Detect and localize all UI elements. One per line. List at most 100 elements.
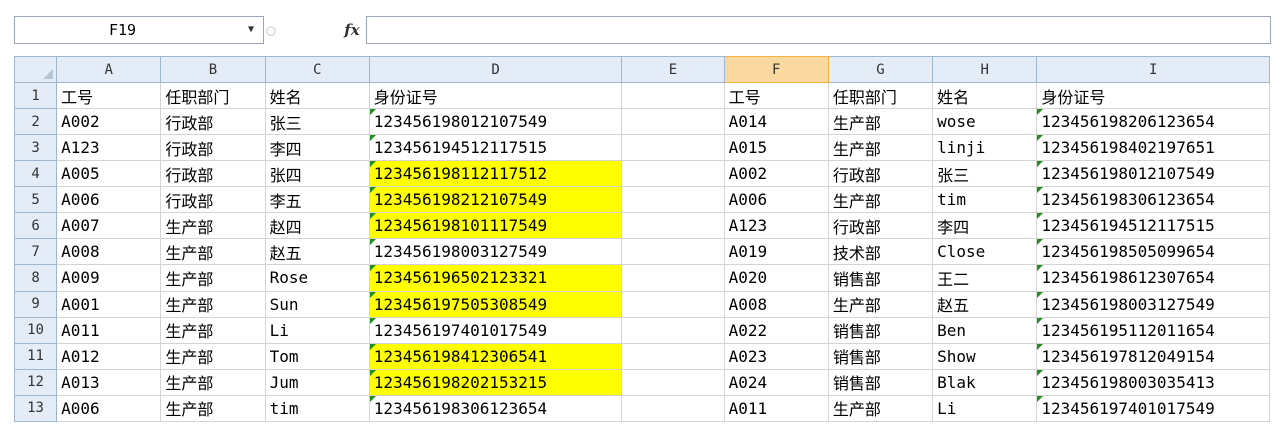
cell-b13[interactable]: 生产部 [160, 394, 266, 423]
cell-a9[interactable]: A001 [56, 290, 162, 318]
cell-b8[interactable]: 生产部 [160, 264, 266, 292]
cell-c11[interactable]: Tom [264, 342, 370, 370]
cell-f3[interactable]: A015 [723, 134, 829, 162]
cell-d8[interactable]: 123456196502123321 [368, 264, 623, 292]
cell-a5[interactable]: A006 [56, 186, 162, 214]
cell-c9[interactable]: Sun [264, 290, 370, 318]
column-header-a[interactable]: A [56, 56, 162, 83]
cell-a12[interactable]: A013 [56, 368, 162, 396]
cell-i2[interactable]: 123456198206123654 [1036, 108, 1270, 136]
cell-c4[interactable]: 张四 [264, 160, 370, 188]
column-header-h[interactable]: H [932, 56, 1038, 83]
cell-f8[interactable]: A020 [723, 264, 829, 292]
cell-i11[interactable]: 123456197812049154 [1036, 342, 1270, 370]
cell-g6[interactable]: 行政部 [827, 212, 934, 240]
cell-i12[interactable]: 123456198003035413 [1036, 368, 1270, 396]
name-box[interactable]: F19 ▼ [14, 16, 264, 44]
row-header[interactable]: 8 [13, 264, 58, 292]
cell-b9[interactable]: 生产部 [160, 290, 266, 318]
cell-h6[interactable]: 李四 [932, 212, 1038, 240]
cell-h9[interactable]: 赵五 [932, 290, 1038, 318]
cell-b12[interactable]: 生产部 [160, 368, 266, 396]
cell-f10[interactable]: A022 [723, 316, 829, 344]
cell-f2[interactable]: A014 [723, 108, 829, 136]
cell-g12[interactable]: 销售部 [827, 368, 934, 396]
cell-d2[interactable]: 123456198012107549 [368, 108, 623, 136]
column-header-f[interactable]: F [723, 56, 829, 83]
cell-b7[interactable]: 生产部 [160, 238, 266, 266]
fx-label[interactable]: fx [344, 21, 359, 39]
formula-input[interactable] [367, 16, 1271, 44]
name-box-value[interactable]: F19 [109, 21, 136, 39]
row-header[interactable]: 9 [13, 290, 58, 318]
row-header[interactable]: 4 [13, 160, 58, 188]
cell-h4[interactable]: 张三 [932, 160, 1038, 188]
row-header[interactable]: 3 [13, 134, 58, 162]
row-header[interactable]: 12 [13, 368, 58, 396]
column-header-g[interactable]: G [827, 56, 934, 83]
cell-e4[interactable] [621, 160, 725, 188]
cell-e12[interactable] [621, 368, 725, 396]
cell-i5[interactable]: 123456198306123654 [1036, 186, 1270, 214]
cell-a11[interactable]: A012 [56, 342, 162, 370]
cell-h8[interactable]: 王二 [932, 264, 1038, 292]
cell-g13[interactable]: 生产部 [827, 394, 934, 423]
column-header-e[interactable]: E [621, 56, 725, 83]
cell-e13[interactable] [621, 394, 725, 423]
cell-e3[interactable] [621, 134, 725, 162]
column-header-i[interactable]: I [1036, 56, 1270, 83]
column-header-d[interactable]: D [368, 56, 623, 83]
cell-f7[interactable]: A019 [723, 238, 829, 266]
cell-c12[interactable]: Jum [264, 368, 370, 396]
cell-g11[interactable]: 销售部 [827, 342, 934, 370]
cell-g9[interactable]: 生产部 [827, 290, 934, 318]
cell-d6[interactable]: 123456198101117549 [368, 212, 623, 240]
cell-a1[interactable]: 工号 [56, 81, 162, 110]
cell-f4[interactable]: A002 [723, 160, 829, 188]
cell-i7[interactable]: 123456198505099654 [1036, 238, 1270, 266]
cell-d13[interactable]: 123456198306123654 [368, 394, 623, 423]
cell-b4[interactable]: 行政部 [160, 160, 266, 188]
cell-d10[interactable]: 123456197401017549 [368, 316, 623, 344]
cell-e7[interactable] [621, 238, 725, 266]
cell-b11[interactable]: 生产部 [160, 342, 266, 370]
cell-d5[interactable]: 123456198212107549 [368, 186, 623, 214]
cell-e5[interactable] [621, 186, 725, 214]
cell-c6[interactable]: 赵四 [264, 212, 370, 240]
cell-a6[interactable]: A007 [56, 212, 162, 240]
cell-i3[interactable]: 123456198402197651 [1036, 134, 1270, 162]
cell-c7[interactable]: 赵五 [264, 238, 370, 266]
cell-h7[interactable]: Close [932, 238, 1038, 266]
cell-h13[interactable]: Li [932, 394, 1038, 423]
cell-i13[interactable]: 123456197401017549 [1036, 394, 1270, 423]
cell-d9[interactable]: 123456197505308549 [368, 290, 623, 318]
cell-e11[interactable] [621, 342, 725, 370]
cell-i4[interactable]: 123456198012107549 [1036, 160, 1270, 188]
cell-i1[interactable]: 身份证号 [1036, 81, 1270, 110]
cell-d11[interactable]: 123456198412306541 [368, 342, 623, 370]
cell-i9[interactable]: 123456198003127549 [1036, 290, 1270, 318]
select-all-icon[interactable] [43, 69, 54, 79]
insert-function-icon[interactable]: fx [340, 18, 364, 42]
cell-h12[interactable]: Blak [932, 368, 1038, 396]
cell-i10[interactable]: 123456195112011654 [1036, 316, 1270, 344]
cell-a7[interactable]: A008 [56, 238, 162, 266]
row-header[interactable]: 13 [13, 394, 58, 423]
cell-d12[interactable]: 123456198202153215 [368, 368, 623, 396]
row-header[interactable]: 1 [13, 81, 58, 110]
cell-g3[interactable]: 生产部 [827, 134, 934, 162]
cell-d1[interactable]: 身份证号 [368, 81, 623, 110]
cell-e1[interactable] [621, 81, 725, 110]
cell-e8[interactable] [621, 264, 725, 292]
cell-g8[interactable]: 销售部 [827, 264, 934, 292]
cell-f6[interactable]: A123 [723, 212, 829, 240]
cell-b10[interactable]: 生产部 [160, 316, 266, 344]
cell-b1[interactable]: 任职部门 [160, 81, 266, 110]
column-header-b[interactable]: B [160, 56, 266, 83]
cell-g7[interactable]: 技术部 [827, 238, 934, 266]
cell-i6[interactable]: 123456194512117515 [1036, 212, 1270, 240]
cell-c13[interactable]: tim [264, 394, 370, 423]
cell-a8[interactable]: A009 [56, 264, 162, 292]
cell-h3[interactable]: linji [932, 134, 1038, 162]
row-header[interactable]: 5 [13, 186, 58, 214]
